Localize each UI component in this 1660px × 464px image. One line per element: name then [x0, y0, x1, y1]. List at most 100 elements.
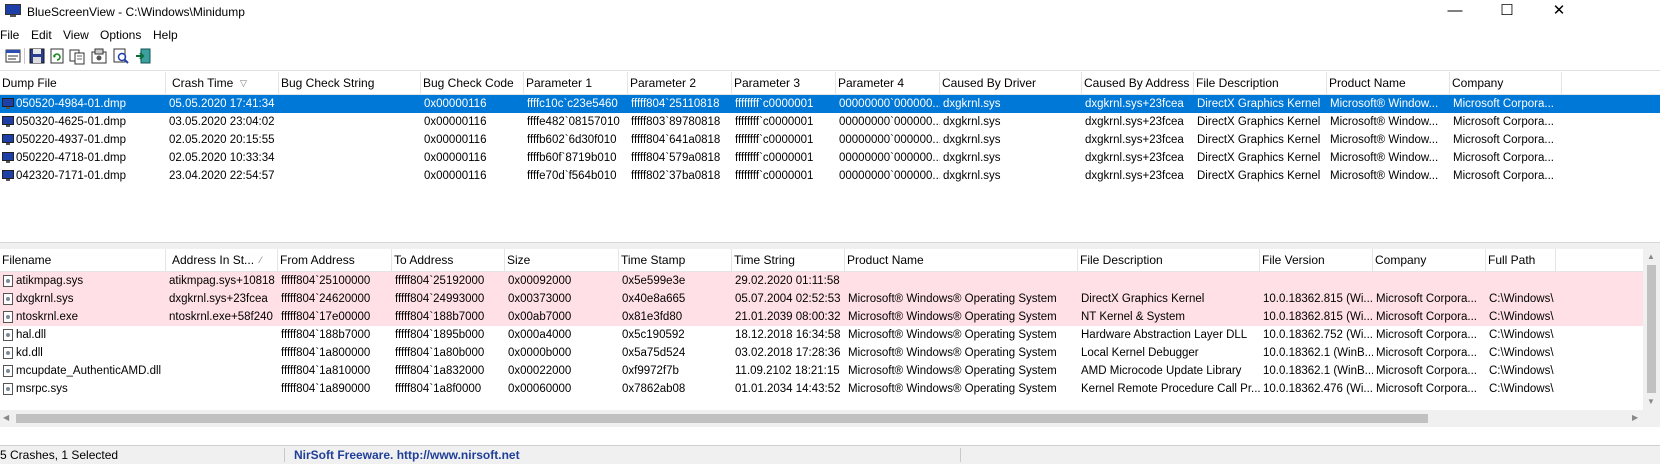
refresh-icon[interactable]: [48, 47, 66, 65]
sort-arrow-icon: ▽: [240, 78, 247, 88]
column-bug-check-code[interactable]: Bug Check Code: [421, 72, 524, 94]
crash-row[interactable]: 050520-4984-01.dmp 05.05.2020 17:41:34 0x0…: [0, 95, 1660, 113]
column-full-path[interactable]: Full Path: [1486, 249, 1556, 271]
column-company[interactable]: Company: [1373, 249, 1486, 271]
column-company[interactable]: Company: [1450, 72, 1562, 94]
company-cell: Microsoft Corpora...: [1450, 113, 1562, 131]
driver-row[interactable]: atikmpag.sys atikmpag.sys+10818 fffff804`2…: [0, 272, 1660, 290]
driver-horizontal-scrollbar[interactable]: ◀ ▶: [0, 410, 1660, 427]
column-parameter-2[interactable]: Parameter 2: [628, 72, 732, 94]
cell-bug-check-code: 0x00000116: [424, 152, 487, 164]
driver-list-header: Filename Address In St... ⁄ From Address…: [0, 249, 1660, 272]
driver-row[interactable]: kd.dll fffff804`1a800000 fffff804`1a80b000…: [0, 344, 1660, 362]
column-time-string[interactable]: Time String: [732, 249, 845, 271]
column-bug-check-string[interactable]: Bug Check String: [279, 72, 421, 94]
exit-icon[interactable]: [134, 47, 152, 65]
company-cell: Microsoft Corpora...: [1450, 131, 1562, 149]
crash-list[interactable]: Dump File Crash Time ▽ Bug Check String …: [0, 72, 1660, 242]
bug-check-string-cell: [279, 131, 421, 149]
scroll-thumb[interactable]: [1647, 265, 1656, 393]
parameter-4-cell: 00000000`000000...: [836, 149, 940, 167]
crash-time-cell: 05.05.2020 17:41:34: [166, 95, 279, 113]
driver-row[interactable]: msrpc.sys fffff804`1a890000 fffff804`1a8f0…: [0, 380, 1660, 398]
column-caused-by-driver[interactable]: Caused By Driver: [940, 72, 1082, 94]
status-credit-link[interactable]: NirSoft Freeware. http://www.nirsoft.net: [294, 448, 520, 462]
cell-product-name: Microsoft® Windows® Operating System: [848, 311, 1057, 323]
menu-file[interactable]: File: [0, 28, 19, 42]
file-description-cell: AMD Microcode Update Library: [1078, 362, 1260, 380]
cell-file-version: 10.0.18362.815 (Wi...: [1263, 311, 1373, 323]
company-cell: Microsoft Corpora...: [1450, 95, 1562, 113]
column-dump-file[interactable]: Dump File: [0, 72, 166, 94]
cell-address-in-stack: ntoskrnl.exe+58f240: [169, 311, 273, 323]
scroll-down-icon[interactable]: ▼: [1647, 397, 1655, 406]
menu-help[interactable]: Help: [153, 28, 178, 42]
save-icon[interactable]: [28, 47, 46, 65]
driver-list[interactable]: Filename Address In St... ⁄ From Address…: [0, 249, 1660, 427]
column-parameter-1[interactable]: Parameter 1: [524, 72, 628, 94]
column-size[interactable]: Size: [505, 249, 619, 271]
cell-file-version: 10.0.18362.476 (Wi...: [1263, 383, 1373, 395]
cell-product-name: Microsoft® Windows® Operating System: [848, 347, 1057, 359]
copy-icon[interactable]: [68, 47, 86, 65]
column-time-stamp[interactable]: Time Stamp: [619, 249, 732, 271]
column-product-name[interactable]: Product Name: [1327, 72, 1450, 94]
minimize-button[interactable]: —: [1432, 0, 1478, 24]
crash-row[interactable]: 042320-7171-01.dmp 23.04.2020 22:54:57 0x0…: [0, 167, 1660, 185]
column-parameter-3[interactable]: Parameter 3: [732, 72, 836, 94]
driver-vertical-scrollbar[interactable]: ▲ ▼: [1643, 249, 1660, 410]
caused-by-address-cell: dxgkrnl.sys+23fcea: [1082, 113, 1194, 131]
column-from-address[interactable]: From Address: [278, 249, 392, 271]
driver-row[interactable]: hal.dll fffff804`188b7000 fffff804`1895b00…: [0, 326, 1660, 344]
close-button[interactable]: ✕: [1536, 0, 1582, 24]
cell-company: Microsoft Corpora...: [1453, 152, 1554, 164]
cell-from-address: fffff804`1a800000: [281, 347, 371, 359]
driver-row[interactable]: ntoskrnl.exe ntoskrnl.exe+58f240 fffff804`…: [0, 308, 1660, 326]
parameter-4-cell: 00000000`000000...: [836, 95, 940, 113]
file-description-cell: Local Kernel Debugger: [1078, 344, 1260, 362]
column-to-address[interactable]: To Address: [392, 249, 505, 271]
column-parameter-4[interactable]: Parameter 4: [836, 72, 940, 94]
column-file-description[interactable]: File Description: [1078, 249, 1260, 271]
cell-parameter-2: fffff803`89780818: [631, 116, 721, 128]
pane-splitter[interactable]: [0, 242, 1660, 249]
cell-caused-by-driver: dxgkrnl.sys: [943, 170, 1001, 182]
column-crash-time[interactable]: Crash Time ▽: [166, 72, 279, 94]
cell-filename: hal.dll: [16, 329, 47, 341]
properties-icon[interactable]: [4, 47, 22, 65]
cell-dump-file: 050220-4937-01.dmp: [16, 134, 126, 146]
maximize-button[interactable]: ☐: [1484, 0, 1530, 24]
crash-row[interactable]: 050220-4937-01.dmp 02.05.2020 20:15:55 0x0…: [0, 131, 1660, 149]
cell-company: Microsoft Corpora...: [1453, 134, 1554, 146]
file-version-cell: 10.0.18362.1 (WinB...: [1260, 362, 1373, 380]
cell-size: 0x00060000: [508, 383, 572, 395]
crash-row[interactable]: 050320-4625-01.dmp 03.05.2020 23:04:02 0x0…: [0, 113, 1660, 131]
toolbar-separator: [24, 48, 25, 64]
driver-row[interactable]: dxgkrnl.sys dxgkrnl.sys+23fcea fffff804`24…: [0, 290, 1660, 308]
scroll-thumb[interactable]: [16, 414, 1428, 423]
cell-to-address: fffff804`1a80b000: [395, 347, 485, 359]
status-divider: [960, 448, 961, 462]
scroll-up-icon[interactable]: ▲: [1647, 252, 1655, 261]
column-file-description[interactable]: File Description: [1194, 72, 1327, 94]
menu-edit[interactable]: Edit: [31, 28, 52, 42]
options-icon[interactable]: [90, 47, 108, 65]
column-filename[interactable]: Filename: [0, 249, 166, 271]
driver-row[interactable]: mcupdate_AuthenticAMD.dll fffff804`1a8100…: [0, 362, 1660, 380]
crash-row[interactable]: 050220-4718-01.dmp 02.05.2020 10:33:34 0x0…: [0, 149, 1660, 167]
scroll-left-icon[interactable]: ◀: [3, 413, 9, 422]
cell-parameter-3: ffffffff`c0000001: [735, 170, 814, 182]
column-product-name[interactable]: Product Name: [845, 249, 1078, 271]
cell-parameter-2: fffff804`641a0818: [631, 134, 721, 146]
parameter-2-cell: fffff804`579a0818: [628, 149, 732, 167]
find-icon[interactable]: [112, 47, 130, 65]
menu-options[interactable]: Options: [100, 28, 141, 42]
column-file-version[interactable]: File Version: [1260, 249, 1373, 271]
column-address-in-stack[interactable]: Address In St... ⁄: [166, 249, 278, 271]
dump-file-icon: [2, 134, 14, 145]
cell-parameter-3: ffffffff`c0000001: [735, 98, 814, 110]
menu-view[interactable]: View: [63, 28, 89, 42]
product-name-cell: Microsoft® Window...: [1327, 95, 1450, 113]
column-caused-by-address[interactable]: Caused By Address: [1082, 72, 1194, 94]
scroll-right-icon[interactable]: ▶: [1632, 413, 1638, 422]
